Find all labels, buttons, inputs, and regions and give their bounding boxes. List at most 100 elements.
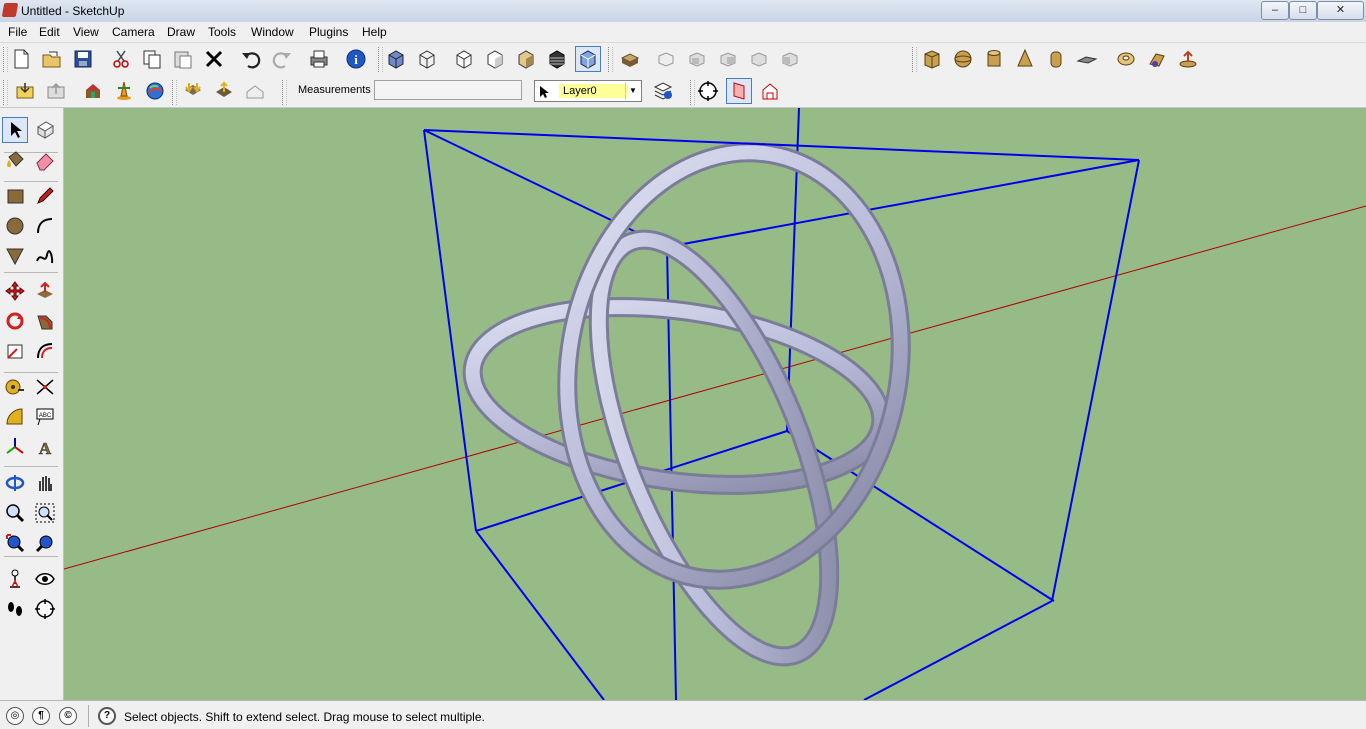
menu-window[interactable]: Window <box>251 25 294 39</box>
get-current-view-icon[interactable] <box>180 78 206 104</box>
eraser-icon[interactable] <box>32 147 58 173</box>
axes-icon[interactable] <box>2 434 28 460</box>
pan-icon[interactable] <box>32 470 58 496</box>
sphere-icon[interactable] <box>950 46 976 72</box>
model-canvas[interactable] <box>64 108 1366 700</box>
look-around-icon[interactable] <box>32 566 58 592</box>
polygon-icon[interactable] <box>2 243 28 269</box>
menu-file[interactable]: File <box>8 25 27 39</box>
circle-icon[interactable] <box>2 213 28 239</box>
menu-camera[interactable]: Camera <box>112 25 155 39</box>
toggle-terrain-icon[interactable] <box>211 78 237 104</box>
cylinder-icon[interactable] <box>981 46 1007 72</box>
layer-manager-icon[interactable] <box>650 78 676 104</box>
sphere-tube-model[interactable] <box>461 126 934 686</box>
minimize-button[interactable]: – <box>1261 1 1289 20</box>
hidden-line-icon[interactable] <box>451 46 477 72</box>
section-plane-icon[interactable] <box>726 78 752 104</box>
iso-view-icon[interactable] <box>617 46 643 72</box>
push-pull-icon[interactable] <box>32 278 58 304</box>
menu-view[interactable]: View <box>73 25 99 39</box>
arc-icon[interactable] <box>32 213 58 239</box>
torus-icon[interactable] <box>1113 46 1139 72</box>
shaded-texture-icon[interactable] <box>513 46 539 72</box>
measurements-input[interactable] <box>374 80 522 100</box>
close-button[interactable]: ✕ <box>1317 1 1364 20</box>
tape-measure-icon[interactable] <box>2 374 28 400</box>
share-component-icon[interactable] <box>80 78 106 104</box>
section-icon[interactable] <box>32 596 58 622</box>
menu-edit[interactable]: Edit <box>39 25 60 39</box>
xray-icon[interactable] <box>383 46 409 72</box>
top-view-icon[interactable] <box>653 46 679 72</box>
box-icon[interactable] <box>919 46 945 72</box>
dimension-icon[interactable] <box>32 374 58 400</box>
position-camera-icon[interactable] <box>2 566 28 592</box>
follow-me-icon[interactable] <box>32 308 58 334</box>
left-view-icon[interactable] <box>777 46 803 72</box>
zoom-extents-icon[interactable] <box>2 530 28 556</box>
tube-icon[interactable] <box>1043 46 1069 72</box>
cut-icon[interactable] <box>108 46 134 72</box>
toolbar-grip[interactable] <box>608 47 613 72</box>
back-view-icon[interactable] <box>746 46 772 72</box>
sketchup-app-icon[interactable] <box>1 3 19 17</box>
model-info-icon[interactable]: i <box>343 46 369 72</box>
copy-icon[interactable] <box>139 46 165 72</box>
paint-bucket-icon[interactable] <box>2 147 28 173</box>
get-models-icon[interactable] <box>12 78 38 104</box>
layer-dropdown-arrow[interactable]: ▼ <box>625 82 640 100</box>
3d-text-icon[interactable]: A <box>32 434 58 460</box>
rotate-icon[interactable] <box>2 308 28 334</box>
credits-icon[interactable]: ¶ <box>32 707 50 725</box>
place-model-icon[interactable] <box>111 78 137 104</box>
toolbar-grip[interactable] <box>282 80 287 105</box>
undo-icon[interactable] <box>238 46 264 72</box>
scale-icon[interactable] <box>2 338 28 364</box>
push-icon[interactable] <box>1175 46 1201 72</box>
text-icon[interactable]: ABC <box>32 404 58 430</box>
walk-icon[interactable] <box>2 596 28 622</box>
menu-tools[interactable]: Tools <box>208 25 236 39</box>
front-view-icon[interactable] <box>684 46 710 72</box>
user-icon[interactable]: © <box>59 707 77 725</box>
protractor-icon[interactable] <box>2 404 28 430</box>
zoom-window-icon[interactable] <box>32 500 58 526</box>
toolbar-grip[interactable] <box>172 80 177 105</box>
open-folder-icon[interactable] <box>39 46 65 72</box>
cone-icon[interactable] <box>1012 46 1038 72</box>
print-icon[interactable] <box>306 46 332 72</box>
plane-icon[interactable] <box>1074 46 1100 72</box>
shaded-icon[interactable] <box>482 46 508 72</box>
paste-icon[interactable] <box>170 46 196 72</box>
section-display-icon[interactable] <box>757 78 783 104</box>
pencil-icon[interactable] <box>32 183 58 209</box>
google-earth-icon[interactable] <box>142 78 168 104</box>
geo-location-icon[interactable]: ◎ <box>6 707 24 725</box>
layer-select[interactable]: Layer0 ▼ <box>534 80 642 102</box>
freehand-icon[interactable] <box>32 243 58 269</box>
zoom-icon[interactable] <box>2 500 28 526</box>
new-file-icon[interactable] <box>8 46 34 72</box>
move-icon[interactable] <box>2 278 28 304</box>
helix-icon[interactable] <box>1144 46 1170 72</box>
save-icon[interactable] <box>70 46 96 72</box>
select-arrow-icon[interactable] <box>2 117 28 143</box>
menu-draw[interactable]: Draw <box>167 25 195 39</box>
right-view-icon[interactable] <box>715 46 741 72</box>
orbit-section-icon[interactable] <box>695 78 721 104</box>
drawing-viewport[interactable] <box>64 108 1366 700</box>
instructor-help-icon[interactable]: ? <box>98 707 116 725</box>
orbit-icon[interactable] <box>2 470 28 496</box>
rectangle-icon[interactable] <box>2 183 28 209</box>
xray-box-icon[interactable] <box>575 46 601 72</box>
toolbar-grip[interactable] <box>3 80 8 105</box>
toolbar-grip[interactable] <box>912 47 917 72</box>
redo-icon[interactable] <box>269 46 295 72</box>
maximize-button[interactable]: □ <box>1289 1 1317 20</box>
make-component-icon[interactable] <box>32 117 58 143</box>
monochrome-icon[interactable] <box>544 46 570 72</box>
previous-view-icon[interactable] <box>32 530 58 556</box>
erase-x-icon[interactable] <box>201 46 227 72</box>
preview-earth-icon[interactable] <box>242 78 268 104</box>
